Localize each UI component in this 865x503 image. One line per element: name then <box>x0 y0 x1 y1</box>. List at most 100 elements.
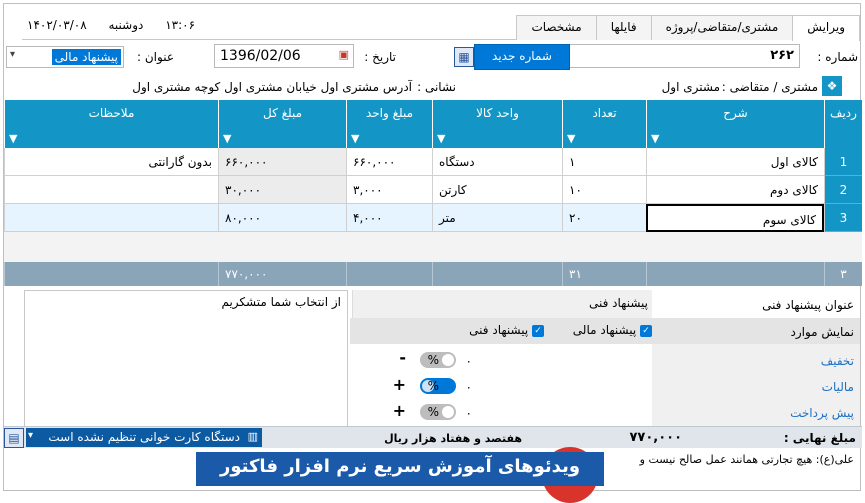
quote-text: علی(ع): هیچ تجارتی همانند عمل صالح نیست … <box>639 453 854 466</box>
customer-value: مشتری اول <box>661 80 720 94</box>
chevron-down-icon: ▾ <box>28 430 34 441</box>
cell-desc[interactable]: کالای اول <box>646 148 824 176</box>
checkbox-technical-label: پیشنهاد فنی <box>469 323 529 337</box>
col-header-unit-price[interactable]: مبلغ واحد ▼ <box>346 100 432 148</box>
date-label: تاریخ : <box>364 50 396 64</box>
footer-cell <box>432 262 562 286</box>
col-label: تعداد <box>592 106 617 120</box>
cell-desc[interactable]: کالای سوم <box>646 204 824 232</box>
tech-title-value: پیشنهاد فنی <box>589 296 648 310</box>
tax-label[interactable]: مالیات <box>822 380 854 394</box>
cell-qty[interactable]: ۱۰ <box>562 176 646 204</box>
tax-pct: % <box>427 379 439 393</box>
col-header-row[interactable]: ردیف <box>824 100 862 148</box>
final-label: مبلغ نهایی : <box>783 431 856 445</box>
filter-icon[interactable]: ▼ <box>223 132 231 145</box>
cell-unit-price[interactable]: ۶۶۰,۰۰۰ <box>346 148 432 176</box>
financial-checkbox-wrap[interactable]: ✓ پیشنهاد مالی <box>573 323 652 337</box>
technical-checkbox-wrap[interactable]: ✓ پیشنهاد فنی <box>469 323 544 337</box>
new-number-button[interactable]: شماره جدید <box>474 44 570 70</box>
chevron-down-icon: ▾ <box>10 49 16 60</box>
cell-desc[interactable]: کالای دوم <box>646 176 824 204</box>
discount-value: ۰ <box>465 354 472 368</box>
final-words: هفتصد و هفتاد هزار ریال <box>384 432 522 445</box>
filter-icon[interactable]: ▼ <box>651 132 659 145</box>
invoice-window: ۱۳:۰۶ دوشنبه ۱۴۰۲/۰۳/۰۸ ویرایش مشتری/متق… <box>3 3 862 491</box>
col-header-unit[interactable]: واحد کالا ▼ <box>432 100 562 148</box>
col-header-total[interactable]: مبلغ کل ▼ <box>218 100 346 148</box>
row-index[interactable]: 3 <box>824 204 862 232</box>
tab-edit[interactable]: ویرایش <box>792 15 860 41</box>
footer-total: ۷۷۰,۰۰۰ <box>218 262 346 286</box>
tab-files[interactable]: فایلها <box>595 15 652 40</box>
filter-icon[interactable]: ▼ <box>437 132 445 145</box>
col-label: مبلغ کل <box>262 106 303 120</box>
footer-cell <box>646 262 824 286</box>
checkbox-financial[interactable]: ✓ <box>640 324 652 337</box>
col-label: ملاحظات <box>88 106 135 120</box>
cell-unit[interactable]: متر <box>432 204 562 232</box>
title-label: عنوان : <box>137 50 174 64</box>
checkbox-technical[interactable]: ✓ <box>532 324 544 337</box>
cell-unit[interactable]: دستگاه <box>432 148 562 176</box>
cell-unit[interactable]: کارتن <box>432 176 562 204</box>
calculator-icon[interactable]: ▦ <box>454 47 474 67</box>
show-items-label: نمایش موارد <box>790 325 855 339</box>
status-bar: مبلغ نهایی : ۷۷۰,۰۰۰ هفتصد و هفتاد هزار … <box>4 426 862 448</box>
tax-plus-button[interactable]: + <box>393 375 406 394</box>
col-label: مبلغ واحد <box>365 106 414 120</box>
cell-note[interactable] <box>4 204 218 232</box>
tab-strip: ویرایش مشتری/متقاضی/پروژه فایلها مشخصات <box>22 15 860 41</box>
card-reader-text: دستگاه کارت خوانی تنظیم نشده است <box>48 430 240 444</box>
cell-qty[interactable]: ۱ <box>562 148 646 176</box>
calendar-icon[interactable]: ▣ <box>339 48 349 61</box>
number-label: شماره : <box>817 50 858 64</box>
address-label: نشانی : <box>417 80 456 94</box>
grid-empty-area <box>4 232 862 262</box>
cell-note[interactable]: بدون گارانتی <box>4 148 218 176</box>
tax-value: ۰ <box>465 380 472 394</box>
tutorial-banner[interactable]: ویدئوهای آموزش سریع نرم افزار فاکتور <box>196 452 604 486</box>
cell-total: ۸۰,۰۰۰ <box>218 204 346 232</box>
tab-customer-project[interactable]: مشتری/متقاضی/پروژه <box>650 15 794 40</box>
cell-note[interactable] <box>4 176 218 204</box>
customer-label: مشتری / متقاضی : <box>721 80 818 94</box>
settings-icon[interactable]: ▤ <box>4 428 24 448</box>
footer-cell <box>4 262 218 286</box>
prepay-plus-button[interactable]: + <box>393 401 406 420</box>
col-label: ردیف <box>830 106 857 120</box>
customer-icon[interactable]: ❖ <box>822 76 842 96</box>
card-reader-select[interactable]: دستگاه کارت خوانی تنظیم نشده است ▾ ▥ <box>26 428 262 447</box>
col-header-qty[interactable]: تعداد ▼ <box>562 100 646 148</box>
address-value: آدرس مشتری اول خیابان مشتری اول کوچه مشت… <box>132 80 412 94</box>
discount-label[interactable]: تخفیف <box>821 354 854 368</box>
title-select-value: پیشنهاد مالی <box>51 49 121 65</box>
notes-textarea[interactable]: از انتخاب شما متشکریم <box>24 290 348 428</box>
filter-icon[interactable]: ▼ <box>567 132 575 145</box>
date-field[interactable]: 1396/02/06 ▣ <box>214 44 354 68</box>
prepay-label[interactable]: پیش پرداخت <box>790 406 854 420</box>
cell-total: ۳۰,۰۰۰ <box>218 176 346 204</box>
col-header-notes[interactable]: ملاحظات ▼ <box>4 100 218 148</box>
col-header-desc[interactable]: شرح ▼ <box>646 100 824 148</box>
col-label: شرح <box>723 106 748 120</box>
discount-minus-button[interactable]: - <box>399 348 406 367</box>
cell-qty[interactable]: ۲۰ <box>562 204 646 232</box>
cell-unit-price[interactable]: ۳,۰۰۰ <box>346 176 432 204</box>
checkbox-financial-label: پیشنهاد مالی <box>572 323 637 337</box>
discount-pct: % <box>427 353 439 367</box>
filter-icon[interactable]: ▼ <box>9 132 17 145</box>
title-select[interactable]: پیشنهاد مالی ▾ <box>6 46 124 68</box>
cell-unit-price[interactable]: ۴,۰۰۰ <box>346 204 432 232</box>
footer-cell <box>346 262 432 286</box>
final-value: ۷۷۰,۰۰۰ <box>629 430 682 445</box>
row-index[interactable]: 2 <box>824 176 862 204</box>
number-field[interactable]: ۲۶۲ <box>567 44 800 68</box>
filter-icon[interactable]: ▼ <box>351 132 359 145</box>
cell-total: ۶۶۰,۰۰۰ <box>218 148 346 176</box>
footer-qty-total: ۳۱ <box>562 262 646 286</box>
row-index[interactable]: 1 <box>824 148 862 176</box>
tab-specs[interactable]: مشخصات <box>516 15 597 40</box>
prepay-value: ۰ <box>465 406 472 420</box>
tech-title-field[interactable]: پیشنهاد فنی <box>352 290 652 318</box>
